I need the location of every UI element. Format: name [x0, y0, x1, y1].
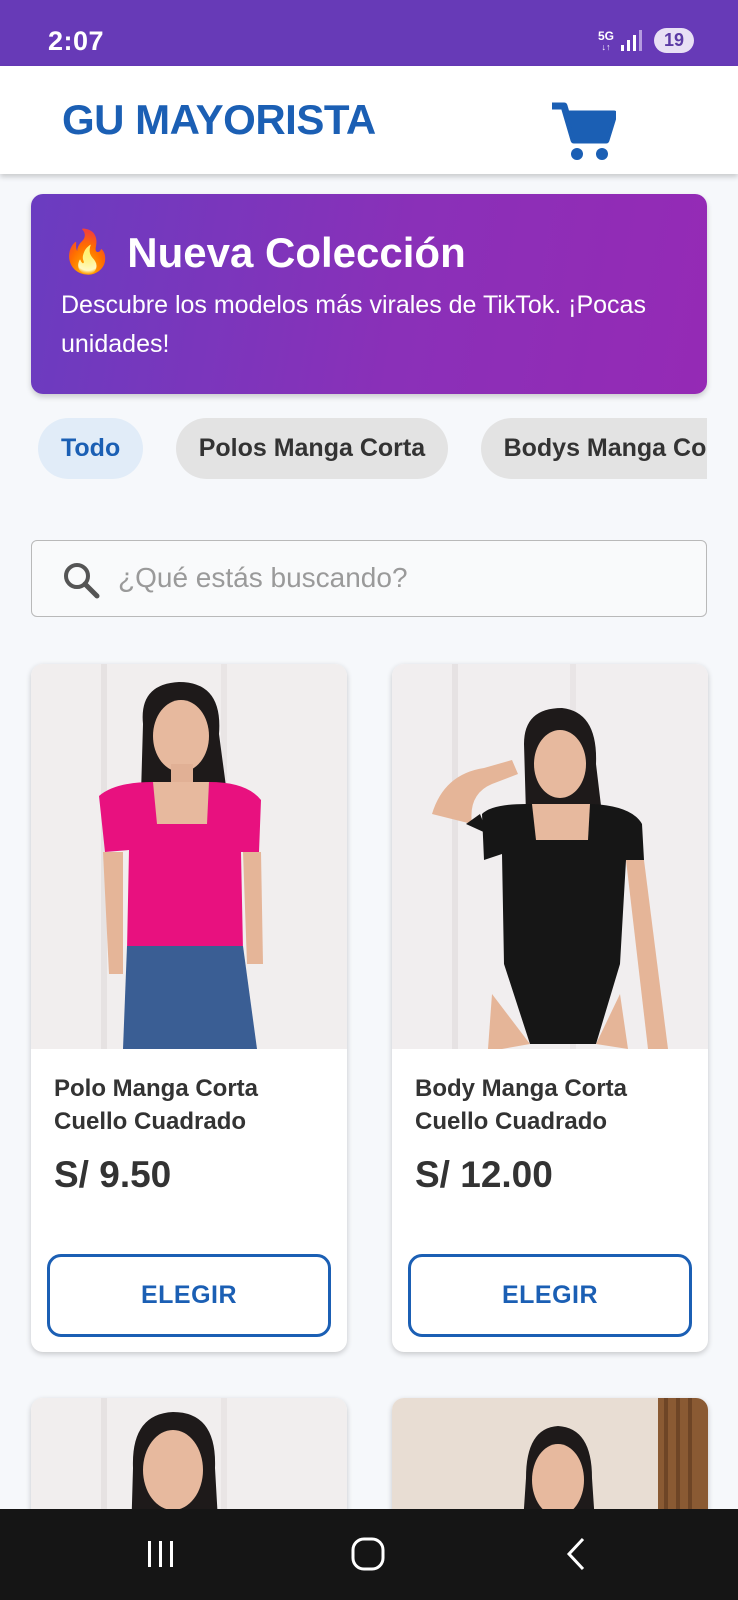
promo-title-text: Nueva Colección [127, 228, 466, 276]
back-icon [566, 1537, 585, 1571]
signal-icon [620, 29, 642, 51]
cart-button[interactable] [550, 100, 618, 162]
choose-button[interactable]: ELEGIR [47, 1254, 331, 1337]
cart-icon [552, 102, 618, 160]
home-button[interactable] [338, 1529, 398, 1579]
promo-title: 🔥 Nueva Colección [61, 228, 466, 277]
category-chips: Todo Polos Manga Corta Bodys Manga Corta [38, 418, 707, 480]
system-nav-bar [0, 1509, 738, 1600]
chip-polos-manga-corta[interactable]: Polos Manga Corta [175, 418, 449, 479]
product-card[interactable]: Body Manga Corta Cuello Cuadrado S/ 12.0… [392, 664, 708, 1352]
home-icon [351, 1537, 385, 1571]
promo-banner: 🔥 Nueva Colección Descubre los modelos m… [31, 194, 707, 394]
brand-title: GU MAYORISTA [62, 96, 376, 143]
recent-apps-icon [148, 1541, 173, 1567]
app-header: GU MAYORISTA [0, 66, 738, 174]
network-5g-icon: 5G ↓↑ [597, 28, 614, 52]
product-card[interactable]: Polo Manga Corta Cuello Cuadrado S/ 9.50… [31, 664, 347, 1352]
status-icons: 5G ↓↑ 19 [598, 28, 694, 53]
product-price: S/ 12.00 [415, 1154, 553, 1195]
choose-button[interactable]: ELEGIR [408, 1254, 692, 1337]
status-bar: 2:07 5G ↓↑ 19 [0, 0, 738, 66]
product-name: Polo Manga Corta Cuello Cuadrado [54, 1075, 259, 1135]
battery-indicator: 19 [653, 28, 694, 53]
recent-apps-button[interactable] [131, 1529, 191, 1579]
search-icon [64, 563, 100, 599]
status-time: 2:07 [48, 26, 105, 56]
promo-description: Descubre los modelos más virales de TikT… [61, 291, 646, 358]
product-price: S/ 9.50 [54, 1154, 172, 1195]
product-image [392, 664, 708, 1049]
product-image [31, 664, 347, 1049]
chip-todo[interactable]: Todo [38, 418, 144, 479]
search-bar [31, 540, 707, 617]
fire-icon: 🔥 [61, 228, 114, 275]
product-name: Body Manga Corta Cuello Cuadrado [415, 1075, 628, 1135]
back-button[interactable] [545, 1529, 605, 1579]
search-input[interactable] [118, 541, 688, 615]
chip-bodys-manga-corta[interactable]: Bodys Manga Corta [480, 418, 707, 479]
